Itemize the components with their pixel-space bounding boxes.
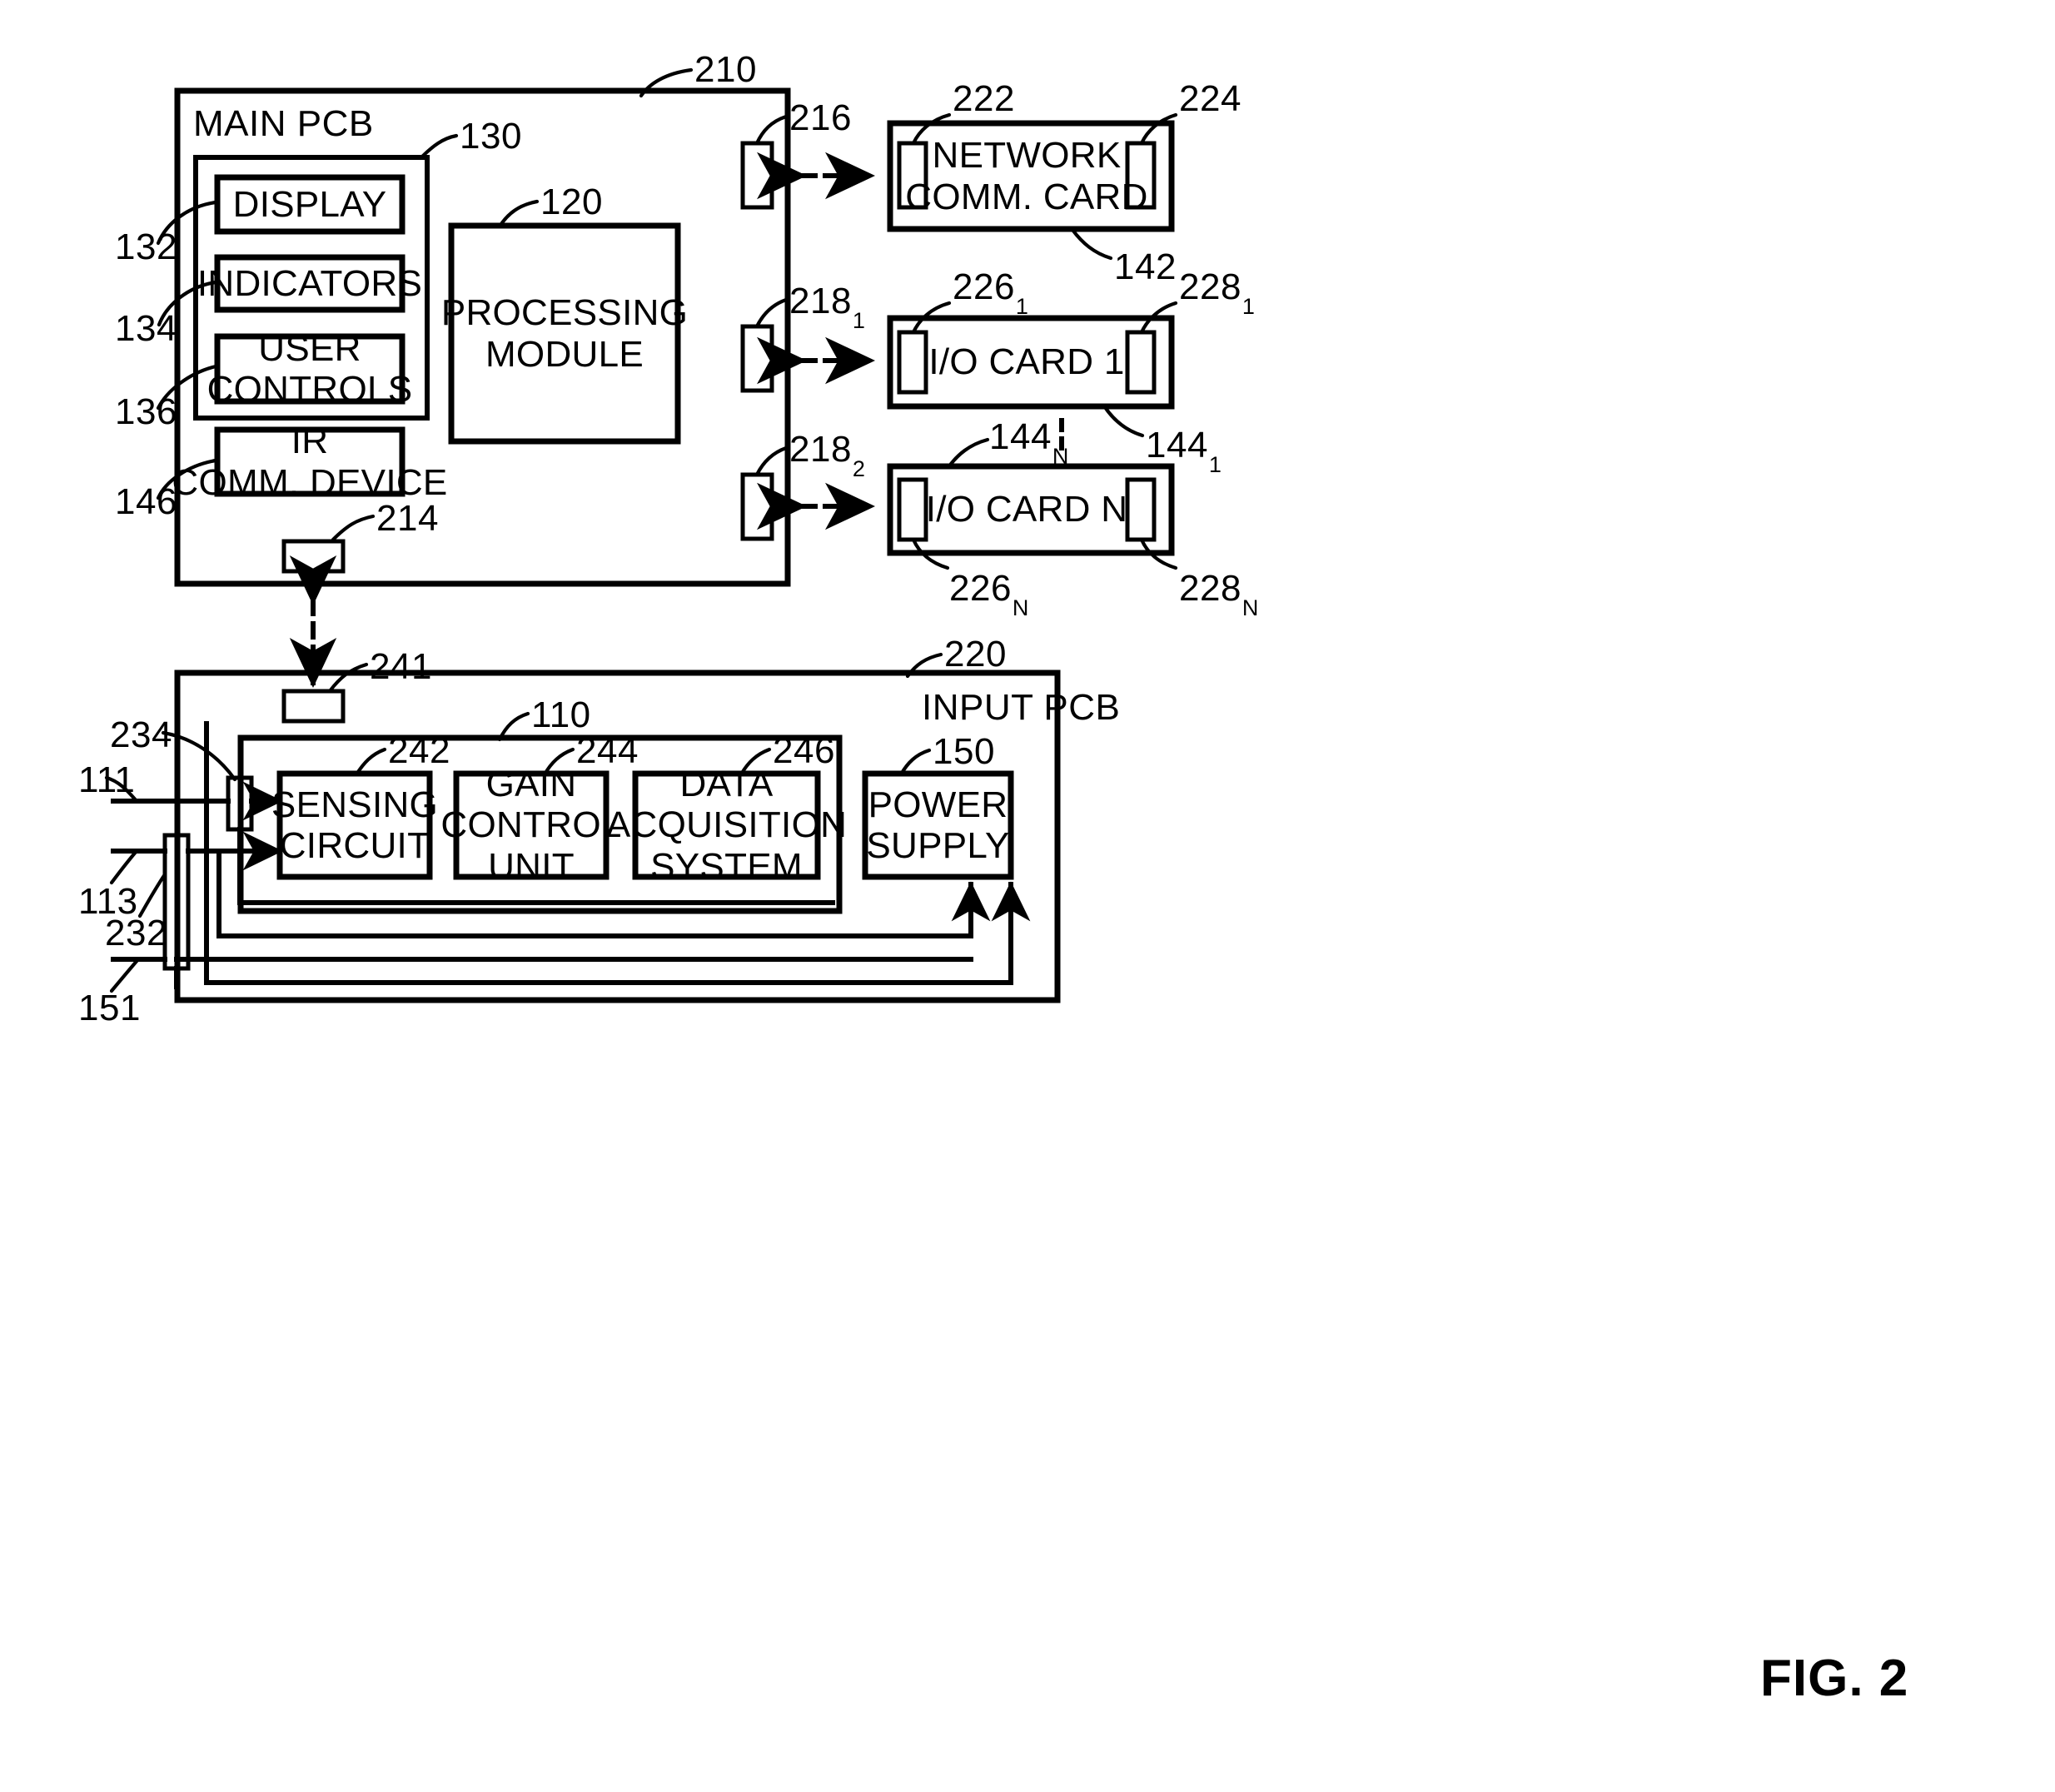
ref-218-2: 2182 (789, 429, 865, 481)
sensing-circuit-label: SENSING CIRCUIT (271, 774, 438, 877)
processing-module-label: PROCESSING MODULE (441, 226, 688, 441)
power-supply-label: POWER SUPPLY (865, 774, 1011, 877)
label-lines: POWER SUPPLY (866, 784, 1010, 866)
input-pcb-title: INPUT PCB (922, 687, 1121, 728)
label-lines: DATA ACQUISITION SYSTEM (605, 764, 848, 887)
ref-110: 110 (531, 694, 591, 735)
ref-136: 136 (115, 391, 177, 432)
leader-234 (161, 730, 237, 782)
ref-244: 244 (576, 730, 639, 771)
ref-226-1-num: 226 (953, 266, 1015, 307)
connector-241-outline (281, 689, 346, 724)
connector-228-n-outline (1125, 477, 1157, 542)
ref-218-1-num: 218 (789, 281, 852, 321)
display-box-label: DISPLAY (232, 183, 387, 225)
leader-218-1 (754, 297, 789, 329)
user-controls-box-label: USER CONTROLS (207, 328, 413, 410)
ref-151: 151 (78, 988, 141, 1028)
label-lines: IR COMM. DEVICE (172, 421, 448, 503)
ref-222: 222 (953, 78, 1015, 119)
patent-figure-2: MAIN PCB DISPLAY INDICATORS USER CONTROLS… (0, 0, 2055, 1792)
leader-142 (1070, 227, 1113, 261)
ref-226-1-sub: 1 (1015, 293, 1029, 319)
connector-228-1-outline (1125, 330, 1157, 395)
leader-113 (109, 849, 139, 885)
label-lines: USER CONTROLS (206, 327, 413, 410)
ref-142: 142 (1114, 246, 1177, 287)
ref-132: 132 (115, 226, 177, 267)
label-lines: GAIN CONTROL UNIT (440, 764, 622, 887)
ref-228-n: 228N (1179, 568, 1258, 620)
ref-228-1: 2281 (1179, 266, 1255, 319)
network-comm-card-label: NETWORK COMM. CARD (905, 123, 1147, 229)
edge-connector-216-outline (740, 141, 774, 210)
edge-connector-218-1-outline (740, 324, 774, 393)
ref-218-1-sub: 1 (852, 307, 866, 333)
ref-226-1: 2261 (953, 266, 1028, 319)
leader-151 (109, 957, 141, 993)
leader-144-1 (1102, 405, 1145, 438)
leader-218-2 (754, 446, 789, 477)
figure-caption: FIG. 2 (1760, 1650, 1909, 1707)
gain-control-unit-label: GAIN CONTROL UNIT (440, 764, 621, 887)
ref-150: 150 (933, 731, 995, 772)
ref-214: 214 (376, 498, 439, 539)
ref-146: 146 (115, 481, 177, 522)
ref-218-1: 2181 (789, 281, 865, 333)
ref-226-n-num: 226 (949, 568, 1012, 609)
data-acquisition-system-label: DATA ACQUISITION SYSTEM (606, 764, 847, 887)
ref-228-n-num: 228 (1179, 568, 1241, 609)
ref-120: 120 (540, 182, 603, 222)
ref-232: 232 (105, 913, 167, 953)
ref-144-n-sub: N (1052, 443, 1069, 469)
connector-226-1-outline (897, 330, 928, 395)
label-lines: SENSING CIRCUIT (271, 784, 439, 866)
indicators-box-label: INDICATORS (197, 262, 423, 304)
edge-connector-218-2-outline (740, 472, 774, 541)
ref-144-1-num: 144 (1146, 425, 1208, 465)
ref-218-2-num: 218 (789, 429, 852, 470)
ref-130: 130 (460, 116, 522, 157)
ref-241: 241 (370, 646, 432, 687)
leader-216 (754, 114, 789, 146)
ref-134: 134 (115, 308, 177, 349)
ref-216: 216 (789, 97, 852, 138)
ir-comm-device-box-label: IR COMM. DEVICE (172, 421, 447, 502)
ref-242: 242 (388, 730, 450, 771)
main-pcb-title: MAIN PCB (193, 103, 374, 144)
label-lines: NETWORK COMM. CARD (905, 135, 1148, 217)
ref-226-n: 226N (949, 568, 1028, 620)
ref-144-n-num: 144 (989, 416, 1052, 457)
leader-144-n (946, 437, 990, 470)
io-card-1-label: I/O CARD 1 (928, 341, 1125, 383)
leader-241 (327, 662, 369, 694)
ref-144-1: 1441 (1146, 425, 1222, 477)
leader-214 (331, 514, 376, 542)
ref-111: 111 (78, 759, 136, 800)
ref-210: 210 (694, 49, 757, 90)
ref-234: 234 (110, 714, 172, 755)
leader-130 (418, 133, 459, 161)
connector-226-n-outline (897, 477, 928, 542)
ref-246: 246 (773, 730, 835, 771)
ref-226-n-sub: N (1012, 595, 1029, 620)
io-card-n-label: I/O CARD N (925, 489, 1128, 530)
ref-228-n-sub: N (1241, 595, 1259, 620)
ref-224: 224 (1179, 78, 1241, 119)
ref-228-1-num: 228 (1179, 266, 1241, 307)
connector-214-outline (281, 539, 346, 574)
ref-220: 220 (944, 634, 1007, 674)
label-lines: PROCESSING MODULE (440, 292, 689, 375)
leader-232 (137, 872, 167, 918)
ref-218-2-sub: 2 (852, 455, 866, 481)
ref-228-1-sub: 1 (1241, 293, 1256, 319)
ref-144-1-sub: 1 (1208, 451, 1222, 477)
ref-144-n: 144N (989, 416, 1068, 469)
